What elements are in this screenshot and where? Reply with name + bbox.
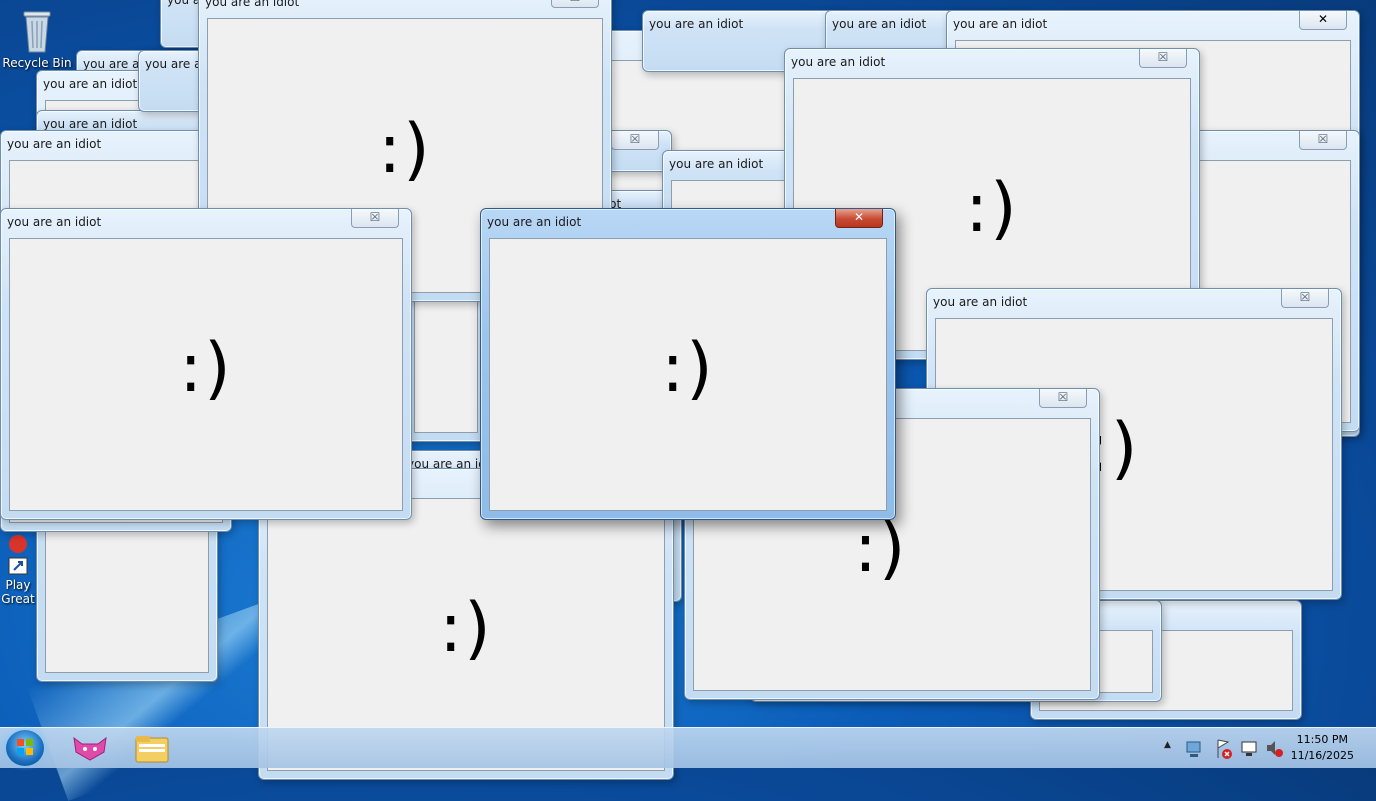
popup-window[interactable]: you are an idiot ☒ :) (0, 208, 412, 520)
close-button[interactable]: ☒ (1139, 49, 1187, 68)
taskbar-file-explorer[interactable] (128, 732, 176, 764)
clock-time: 11:50 PM (1296, 733, 1348, 746)
smiley-text: :) (179, 328, 233, 408)
close-button[interactable]: ✕ (1299, 11, 1347, 30)
window-title: you are an idiot (487, 215, 582, 229)
start-button[interactable] (6, 730, 44, 766)
window-title: you are an idiot (7, 215, 102, 229)
pink-fox-app-icon (73, 736, 107, 761)
clock-date: 11/16/2025 (1290, 749, 1354, 762)
recycle-bin-shortcut[interactable]: Recycle Bin (2, 6, 72, 70)
window-title: you are an idiot (791, 55, 886, 69)
window-title: you are an idiot (953, 17, 1048, 31)
smiley-text: :) (854, 508, 908, 588)
window-title: you are an idiot (205, 0, 300, 9)
close-button[interactable]: ☒ (611, 131, 659, 150)
smiley-text: :) (378, 109, 432, 189)
close-button[interactable]: ☒ (551, 0, 599, 8)
close-button[interactable]: ✕ (835, 209, 883, 228)
close-button[interactable]: ☒ (1039, 389, 1087, 408)
system-clock[interactable]: 11:50 PM 11/16/2025 (1291, 732, 1354, 764)
smiley-text: :) (661, 328, 715, 408)
recycle-bin-label: Recycle Bin (2, 56, 72, 70)
window-client-area: :) (9, 238, 403, 511)
window-client-area: :) (489, 238, 887, 511)
window-client-area (414, 300, 478, 433)
window-title: you are an idiot (43, 77, 138, 91)
smiley-text: :) (439, 588, 493, 668)
flag-alert-tray-icon[interactable] (1214, 728, 1234, 768)
window-title: you are an idiot (649, 17, 744, 31)
game-shortcut-icon (8, 535, 28, 575)
window-title: you are an idiot (933, 295, 1028, 309)
taskbar: ▲ 11:50 PM 11/16/2025 (0, 727, 1376, 768)
window-title: you are an idiot (669, 157, 764, 171)
show-hidden-icons-button[interactable]: ▲ (1164, 740, 1171, 750)
window-title: you are an idiot (43, 117, 138, 131)
active-popup-window[interactable]: you are an idiot ✕ :) (480, 208, 896, 520)
close-button[interactable]: ☒ (351, 209, 399, 228)
window-title: you are an idiot (832, 17, 927, 31)
monitor-tray-icon[interactable] (1240, 728, 1260, 768)
folder-icon (135, 736, 169, 763)
network-tray-icon[interactable] (1184, 728, 1204, 768)
volume-muted-icon[interactable] (1264, 728, 1284, 768)
taskbar-app-browser[interactable] (66, 732, 114, 764)
windows-logo-icon (17, 739, 33, 755)
close-button[interactable]: ☒ (1281, 289, 1329, 308)
recycle-bin-icon (23, 11, 51, 53)
close-button[interactable]: ☒ (1299, 131, 1347, 150)
window-title: you are an idiot (7, 137, 102, 151)
